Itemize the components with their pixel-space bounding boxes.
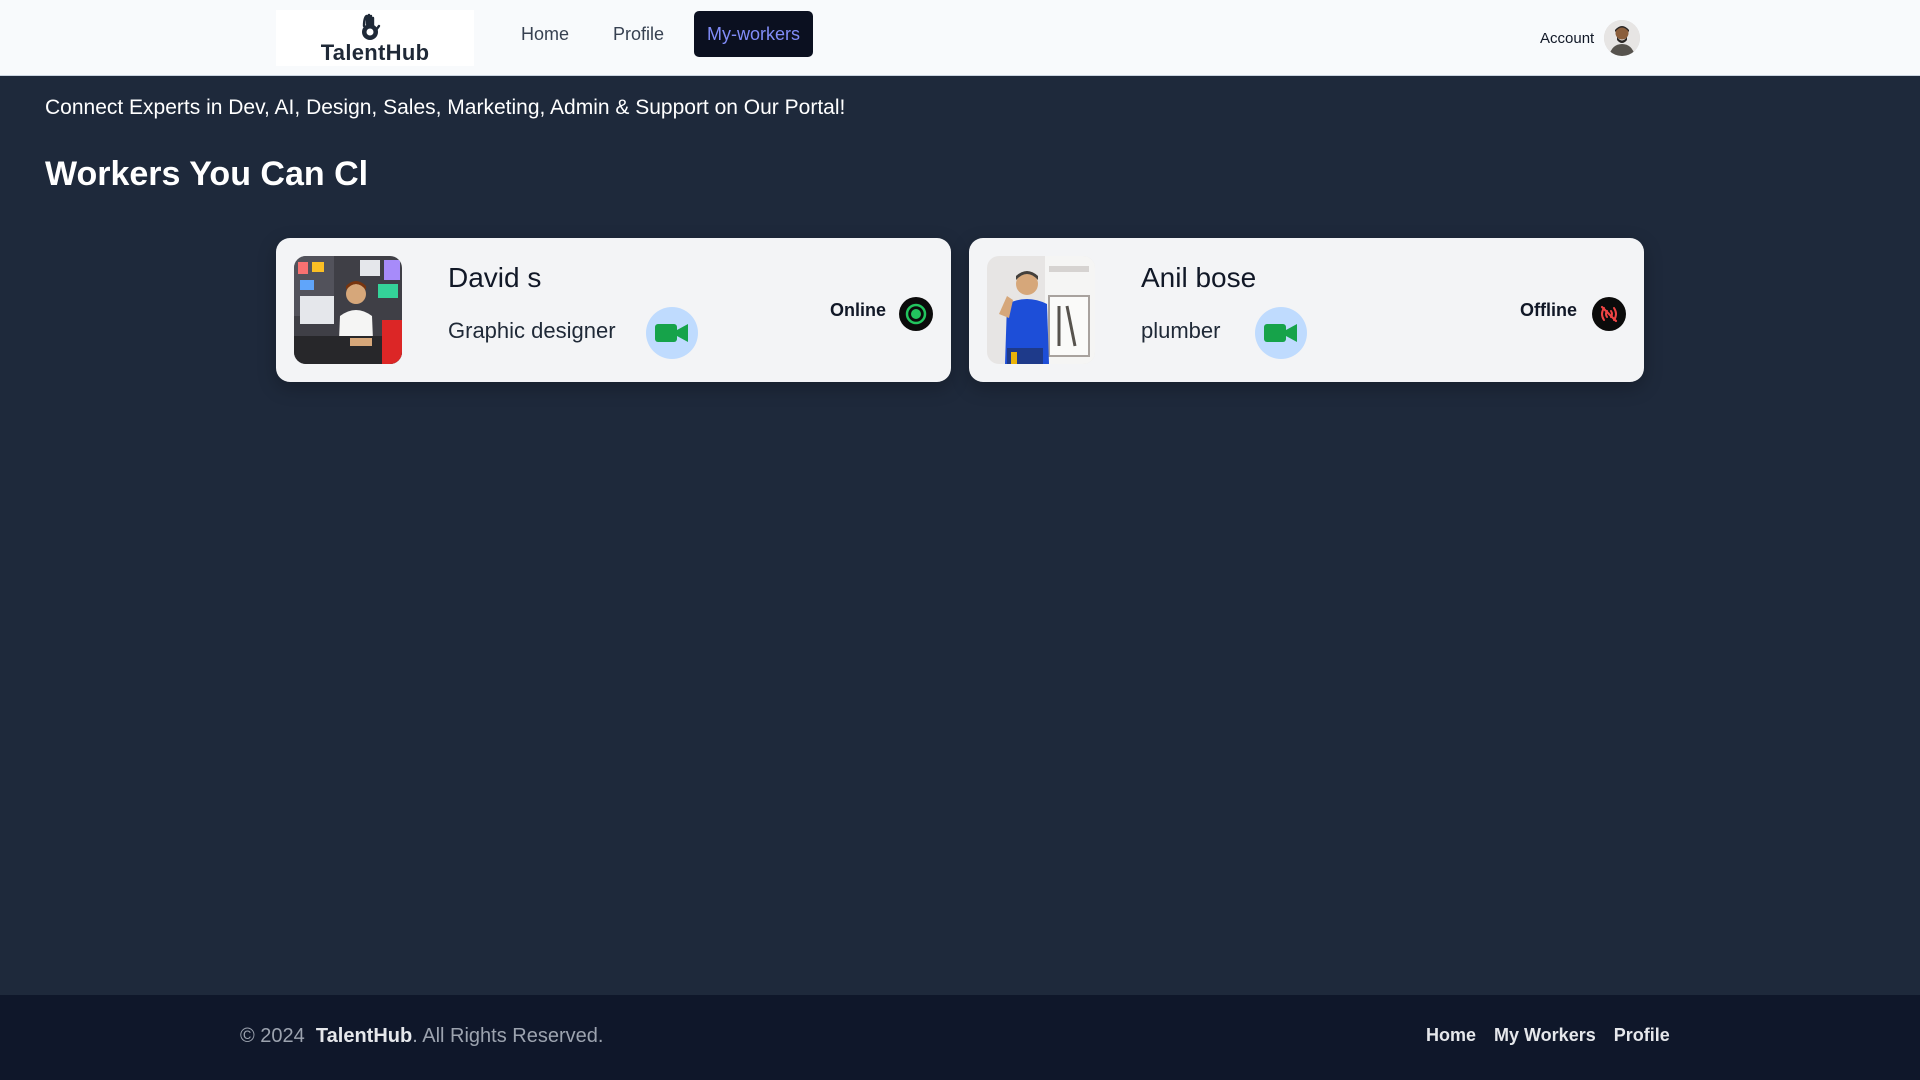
status-label: Online [830, 300, 887, 320]
plumber-photo-icon [987, 256, 1095, 364]
offline-status-icon [1592, 297, 1626, 331]
worker-photo [294, 256, 402, 364]
status-label: Offline [1520, 300, 1577, 320]
nav-my-workers[interactable]: My-workers [694, 11, 814, 57]
worker-name: David s [448, 262, 542, 293]
nav-profile[interactable]: Profile [591, 11, 686, 57]
online-indicator-icon [905, 303, 927, 325]
logo-text: TalentHub [320, 40, 430, 65]
worker-card[interactable]: Anil bose plumber Offline [969, 238, 1644, 382]
worker-card[interactable]: David s Graphic designer Online [276, 238, 951, 382]
avatar[interactable] [1604, 20, 1641, 56]
footer-links: Home My Workers Profile [1426, 1025, 1688, 1046]
user-photo-icon [1604, 20, 1641, 56]
copyright-suffix: . All Rights Reserved. [412, 1025, 604, 1047]
footer-link-profile[interactable]: Profile [1614, 1025, 1670, 1046]
designer-photo-icon [294, 256, 402, 364]
video-call-button[interactable] [646, 307, 698, 359]
copyright-text: © 2024 TalentHub. All Rights Reserved. [240, 1025, 603, 1048]
online-status-icon [899, 297, 933, 331]
footer-link-my-workers[interactable]: My Workers [1494, 1025, 1596, 1046]
top-navbar: TalentHub Home Profile My-workers Accoun… [0, 0, 1920, 76]
main-nav: Home Profile My-workers [499, 11, 814, 57]
worker-photo [987, 256, 1095, 364]
nav-home[interactable]: Home [499, 11, 591, 57]
footer: © 2024 TalentHub. All Rights Reserved. H… [0, 995, 1920, 1080]
worker-role: plumber [1141, 318, 1221, 343]
tagline: Connect Experts in Dev, AI, Design, Sale… [45, 96, 846, 119]
video-call-button[interactable] [1255, 307, 1307, 359]
footer-brand[interactable]: TalentHub [316, 1025, 412, 1047]
page-title: Workers You Can Cl [45, 155, 369, 193]
video-camera-icon [655, 324, 688, 342]
talenthub-logo[interactable]: TalentHub [276, 10, 474, 66]
worker-name: Anil bose [1141, 262, 1257, 293]
account-menu[interactable]: Account [1540, 18, 1641, 58]
offline-signal-icon [1600, 305, 1618, 323]
copyright-year: © 2024 [240, 1025, 305, 1047]
video-camera-icon [1264, 324, 1297, 342]
worker-role: Graphic designer [448, 318, 616, 343]
account-label: Account [1540, 29, 1595, 47]
footer-link-home[interactable]: Home [1426, 1025, 1476, 1046]
